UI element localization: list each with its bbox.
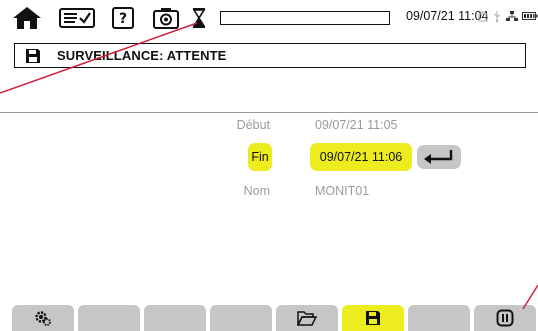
open-folder-icon — [297, 311, 317, 326]
tab-empty-3 — [144, 305, 206, 331]
tab-open-folder[interactable] — [276, 305, 338, 331]
name-value[interactable]: MONIT01 — [315, 184, 369, 198]
tab-empty-2 — [78, 305, 140, 331]
page-header: SURVEILLANCE: ATTENTE — [14, 43, 526, 68]
network-icon — [506, 11, 518, 21]
progress-bar — [220, 11, 390, 25]
save-icon — [26, 48, 40, 63]
section-divider — [0, 112, 538, 113]
enter-button[interactable] — [417, 145, 461, 169]
home-icon[interactable] — [10, 5, 44, 31]
function-key-bar — [0, 305, 538, 331]
tab-pause[interactable] — [474, 305, 536, 331]
tab-save[interactable] — [342, 305, 404, 331]
save-icon — [366, 311, 380, 325]
usb-icon — [493, 11, 501, 22]
battery-icon — [522, 12, 538, 20]
tab-empty-4 — [210, 305, 272, 331]
status-datetime: 09/07/21 11:04 — [406, 9, 489, 23]
enter-arrow-icon — [424, 150, 453, 164]
event-list-icon[interactable] — [58, 5, 96, 31]
start-label: Début — [236, 118, 270, 132]
page-title: SURVEILLANCE: ATTENTE — [57, 48, 227, 63]
tab-empty-7 — [408, 305, 470, 331]
tab-settings[interactable] — [12, 305, 74, 331]
end-label[interactable]: Fin — [248, 143, 272, 171]
end-value-field[interactable]: 09/07/21 11:06 — [310, 143, 412, 171]
svg-text:?: ? — [119, 11, 127, 27]
pause-icon — [496, 309, 514, 327]
settings-gear-icon — [35, 311, 51, 326]
camera-icon[interactable] — [153, 5, 179, 31]
help-icon[interactable]: ? — [111, 5, 135, 31]
name-label: Nom — [243, 184, 270, 198]
status-bar: ? 09/07/21 11:04 — [0, 0, 538, 34]
start-value[interactable]: 09/07/21 11:05 — [315, 118, 397, 132]
recording-icon — [478, 11, 488, 22]
hourglass-icon — [191, 5, 207, 31]
device-status-icons — [478, 10, 538, 22]
